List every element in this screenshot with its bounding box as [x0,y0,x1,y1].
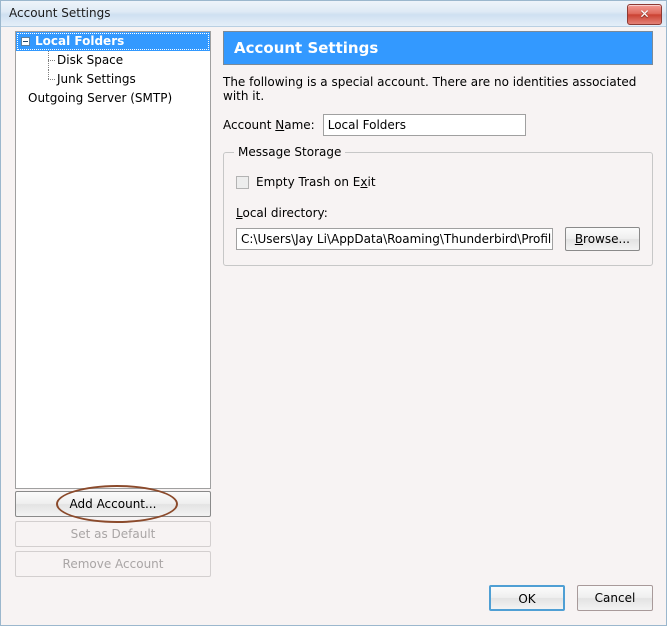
close-icon[interactable]: ✕ [627,4,662,25]
empty-trash-on-exit-checkbox[interactable] [236,175,249,189]
local-directory-input[interactable]: C:\Users\Jay Li\AppData\Roaming\Thunderb… [236,228,553,250]
tree-item-label: Outgoing Server (SMTP) [28,91,173,105]
account-name-label-accel: N [275,118,285,132]
tree-item-label: Disk Space [57,53,124,67]
browse-button-accel: B [574,232,584,246]
tree-item-label: Junk Settings [57,72,136,86]
intro-text: The following is a special account. Ther… [223,75,637,103]
cancel-button[interactable]: Cancel [577,585,653,611]
title-bar: Account Settings ✕ [1,1,666,27]
tree-item-outgoing-server-smtp[interactable]: Outgoing Server (SMTP) [16,89,210,108]
set-as-default-button[interactable]: Set as Default [15,521,211,547]
empty-trash-label-accel: x [360,175,368,189]
tree-item-local-folders[interactable]: Local Folders [16,32,210,51]
close-icon-glyph: ✕ [639,7,650,21]
window-title: Account Settings [9,6,111,20]
remove-account-button-label: Remove Account [62,557,164,571]
empty-trash-on-exit-label: Empty Trash on Exit [256,175,376,189]
section-banner-title: Account Settings [234,39,379,57]
add-account-button[interactable]: Add Account... [15,491,211,517]
account-tree[interactable]: Local Folders Disk Space Junk Settings O… [15,31,211,489]
section-banner: Account Settings [223,31,653,65]
message-storage-legend: Message Storage [234,145,346,159]
account-name-input[interactable]: Local Folders [322,114,526,136]
content-pane: Account Settings The following is a spec… [223,31,653,266]
message-storage-group: Message Storage Empty Trash on Exit Loca… [223,145,653,266]
account-name-label: Account Name: [223,118,315,132]
tree-item-disk-space[interactable]: Disk Space [16,51,210,70]
remove-account-button[interactable]: Remove Account [15,551,211,577]
add-account-button-label: Add Account... [69,497,157,511]
tree-connector-icon [48,70,56,89]
account-settings-dialog: Account Settings ✕ Local Folders Disk Sp… [0,0,667,626]
account-name-row: Account Name: Local Folders [223,114,653,136]
cancel-button-label: Cancel [594,591,636,605]
set-as-default-button-label: Set as Default [70,527,156,541]
ok-button[interactable]: OK [489,585,565,611]
local-directory-row: C:\Users\Jay Li\AppData\Roaming\Thunderb… [236,227,640,251]
browse-button[interactable]: Browse... [564,227,640,251]
tree-connector-icon [48,51,56,70]
ok-button-label: OK [518,592,536,606]
tree-item-junk-settings[interactable]: Junk Settings [16,70,210,89]
tree-item-label: Local Folders [35,34,125,48]
empty-trash-on-exit-row[interactable]: Empty Trash on Exit [236,175,640,189]
local-directory-label: Local directory: [236,206,328,220]
minus-expander-icon[interactable] [21,37,30,46]
